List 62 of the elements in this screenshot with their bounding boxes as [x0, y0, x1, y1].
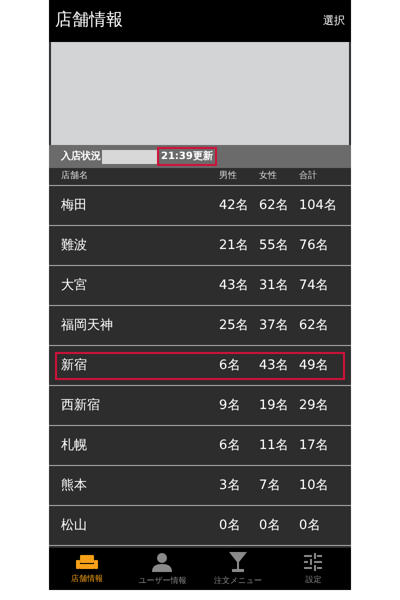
- female-count: 19名: [259, 396, 290, 415]
- nav-tab[interactable]: 店舗情報: [49, 548, 124, 590]
- update-time: 21:39更新: [159, 149, 215, 164]
- female-count: 31名: [259, 276, 290, 295]
- total-count: 10名: [299, 476, 330, 495]
- female-count: 7名: [259, 476, 282, 495]
- female-count: 43名: [259, 356, 290, 375]
- nav-tab[interactable]: 設定: [276, 548, 351, 590]
- female-count: 62名: [259, 196, 290, 215]
- nav-tab[interactable]: 注文メニュー: [200, 548, 276, 590]
- male-count: 9名: [219, 396, 242, 415]
- female-count: 37名: [259, 316, 290, 335]
- store-name: 札幌: [61, 436, 88, 455]
- store-name: 熊本: [61, 476, 88, 495]
- store-name: 大宮: [61, 276, 88, 295]
- select-button[interactable]: 選択: [323, 12, 345, 30]
- male-count: 43名: [219, 276, 250, 295]
- store-row[interactable]: 西新宿 9名 19名 29名: [49, 386, 351, 426]
- status-label: 入店状況: [61, 149, 101, 164]
- total-count: 49名: [299, 356, 330, 375]
- male-count: 3名: [219, 476, 242, 495]
- store-row[interactable]: 札幌 6名 11名 17名: [49, 426, 351, 466]
- store-name: 難波: [61, 236, 88, 255]
- female-count: 0名: [259, 516, 282, 535]
- sofa-icon: [76, 554, 98, 570]
- male-count: 6名: [219, 356, 242, 375]
- store-row[interactable]: 松山 0名 0名 0名: [49, 506, 351, 546]
- store-row[interactable]: 梅田 42名 62名 104名: [49, 186, 351, 226]
- total-count: 29名: [299, 396, 330, 415]
- store-row[interactable]: 難波 21名 55名 76名: [49, 226, 351, 266]
- column-header: 女性: [259, 170, 278, 183]
- store-name: 西新宿: [61, 396, 101, 415]
- male-count: 6名: [219, 436, 242, 455]
- female-count: 55名: [259, 236, 290, 255]
- column-header: 合計: [299, 170, 318, 183]
- store-name: 新宿: [61, 356, 88, 375]
- store-name: 福岡天神: [61, 316, 114, 335]
- column-header: 店舗名: [61, 170, 89, 183]
- female-count: 11名: [259, 436, 290, 455]
- total-count: 17名: [299, 436, 330, 455]
- male-count: 21名: [219, 236, 250, 255]
- male-count: 42名: [219, 196, 250, 215]
- total-count: 74名: [299, 276, 330, 295]
- cocktail-glass-icon: [228, 552, 247, 572]
- male-count: 25名: [219, 316, 250, 335]
- store-name: 梅田: [61, 196, 88, 215]
- total-count: 76名: [299, 236, 330, 255]
- total-count: 104名: [299, 196, 338, 215]
- male-count: 0名: [219, 516, 242, 535]
- column-header: 男性: [219, 170, 238, 183]
- redaction-block: [102, 150, 158, 164]
- nav-tab[interactable]: ユーザー情報: [124, 548, 200, 590]
- screen-title: 店舗情報: [55, 9, 123, 32]
- store-name: 松山: [61, 516, 88, 535]
- store-row[interactable]: 福岡天神 25名 37名 62名: [49, 306, 351, 346]
- total-count: 62名: [299, 316, 330, 335]
- store-row[interactable]: 大宮 43名 31名 74名: [49, 266, 351, 306]
- store-row[interactable]: 新宿 6名 43名 49名: [49, 346, 351, 386]
- settings-icon: [304, 552, 322, 570]
- store-row[interactable]: 熊本 3名 7名 10名: [49, 466, 351, 506]
- person-icon: [152, 552, 172, 572]
- total-count: 0名: [299, 516, 322, 535]
